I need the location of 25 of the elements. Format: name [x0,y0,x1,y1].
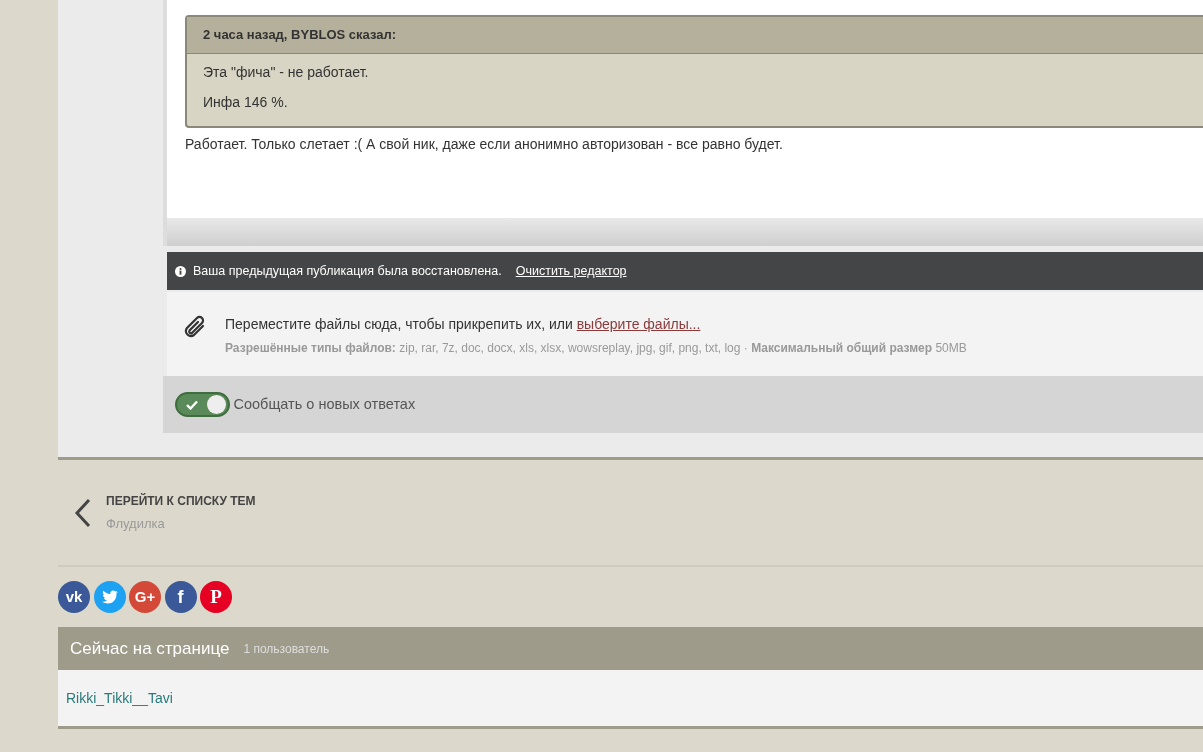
pinterest-share-button[interactable]: P [200,581,232,613]
forum-name: Флудилка [106,514,166,533]
notify-toggle[interactable] [175,392,230,417]
vk-share-button[interactable]: vk [58,581,90,613]
online-count: 1 пользователь [243,640,330,658]
chevron-left-icon[interactable] [74,497,92,528]
restore-message: Ваша предыдущая публикация была восстановлена. [193,262,502,280]
post-text: Работает. Только слетает :( А свой ник, даже если анонимно авторизован - все равно будет. [185,134,784,154]
quote-line: Инфа 146 %. [203,92,289,112]
twitter-share-button[interactable] [93,581,126,613]
user-link[interactable]: Rikki_Tikki__Tavi [66,687,173,709]
notify-label: Сообщать о новых ответах [233,394,416,414]
clear-editor-link[interactable]: Очистить редактор [515,261,627,281]
quote-line: Эта "фича" - не работает. [203,62,370,82]
bird-icon [101,590,118,604]
quote-header: 2 часа назад, BYBLOS сказал: [187,17,1203,54]
online-title: Сейчас на странице [70,637,230,660]
check-icon [186,400,198,410]
back-to-topics-link[interactable]: ПЕРЕЙТИ К СПИСКУ ТЕМ [106,492,256,510]
google-plus-share-button[interactable]: G+ [129,581,161,613]
info-icon [175,265,186,277]
allowed-files-info: Разрешённые типы файлов: zip, rar, 7z, doc, docx, xls, xlsx, wowsreplay, jpg, gif, png, txt, log · Максимальный общий размер 50MB [225,339,967,357]
facebook-share-button[interactable]: f [164,581,197,613]
upload-prompt: Переместите файлы сюда, чтобы прикрепить их, или [225,316,573,332]
choose-files-link[interactable]: выберите файлы... [576,316,701,332]
